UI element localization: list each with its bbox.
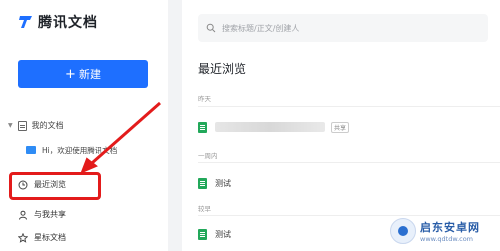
section-divider xyxy=(198,162,500,163)
sidebar-item-shared[interactable]: 与我共享 xyxy=(18,209,66,220)
star-icon xyxy=(18,232,28,243)
page-title: 最近浏览 xyxy=(198,62,247,76)
document-icon xyxy=(17,120,27,131)
search-icon xyxy=(206,23,216,33)
tree-item-welcome[interactable]: Hi，欢迎使用腾讯文档 xyxy=(26,140,146,160)
document-name: 测试 xyxy=(215,229,231,239)
tree-my-documents-label: 我的文档 xyxy=(31,121,64,130)
section-label-week: 一周内 xyxy=(198,152,218,160)
watermark-title: 启东安卓网 xyxy=(420,221,480,234)
highlight-box xyxy=(9,172,101,200)
app-name: 腾讯文档 xyxy=(38,15,98,31)
list-item[interactable]: 测试 xyxy=(198,172,500,194)
search-input[interactable] xyxy=(222,23,462,33)
new-button-label: 新建 xyxy=(78,68,101,81)
tree-item-welcome-label: Hi，欢迎使用腾讯文档 xyxy=(42,145,118,155)
plus-icon: + xyxy=(65,66,76,82)
section-label-yesterday: 昨天 xyxy=(198,95,211,103)
caret-down-icon[interactable]: ▼ xyxy=(8,122,13,129)
shared-badge: 共享 xyxy=(331,121,350,133)
section-label-earlier: 较早 xyxy=(198,205,211,213)
spreadsheet-icon xyxy=(198,228,207,240)
sidebar: 腾讯文档 + 新建 ▼ 我的文档 Hi，欢迎使用腾讯文档 最近浏览 与我共享 星… xyxy=(0,0,168,251)
tree-my-documents[interactable]: ▼ 我的文档 xyxy=(8,120,64,131)
sidebar-item-shared-label: 与我共享 xyxy=(34,210,66,219)
watermark-logo-icon xyxy=(390,218,416,244)
list-item[interactable]: 共享 xyxy=(198,116,500,138)
section-divider xyxy=(198,106,500,107)
sidebar-item-starred-label: 星标文档 xyxy=(34,233,66,242)
folder-icon xyxy=(26,146,36,154)
user-icon xyxy=(19,210,27,220)
app-logo[interactable]: 腾讯文档 xyxy=(18,12,98,32)
spreadsheet-icon xyxy=(198,177,207,189)
search-bar[interactable] xyxy=(198,14,488,42)
document-name: 测试 xyxy=(215,178,231,188)
tencent-docs-logo-icon xyxy=(19,16,32,28)
blurred-document-name xyxy=(215,122,325,132)
sidebar-divider xyxy=(168,0,182,251)
sidebar-item-starred[interactable]: 星标文档 xyxy=(18,232,66,243)
spreadsheet-icon xyxy=(198,121,207,133)
watermark: 启东安卓网 www.qdtdw.com xyxy=(390,212,500,250)
new-document-button[interactable]: + 新建 xyxy=(18,60,148,88)
watermark-url: www.qdtdw.com xyxy=(420,235,474,243)
